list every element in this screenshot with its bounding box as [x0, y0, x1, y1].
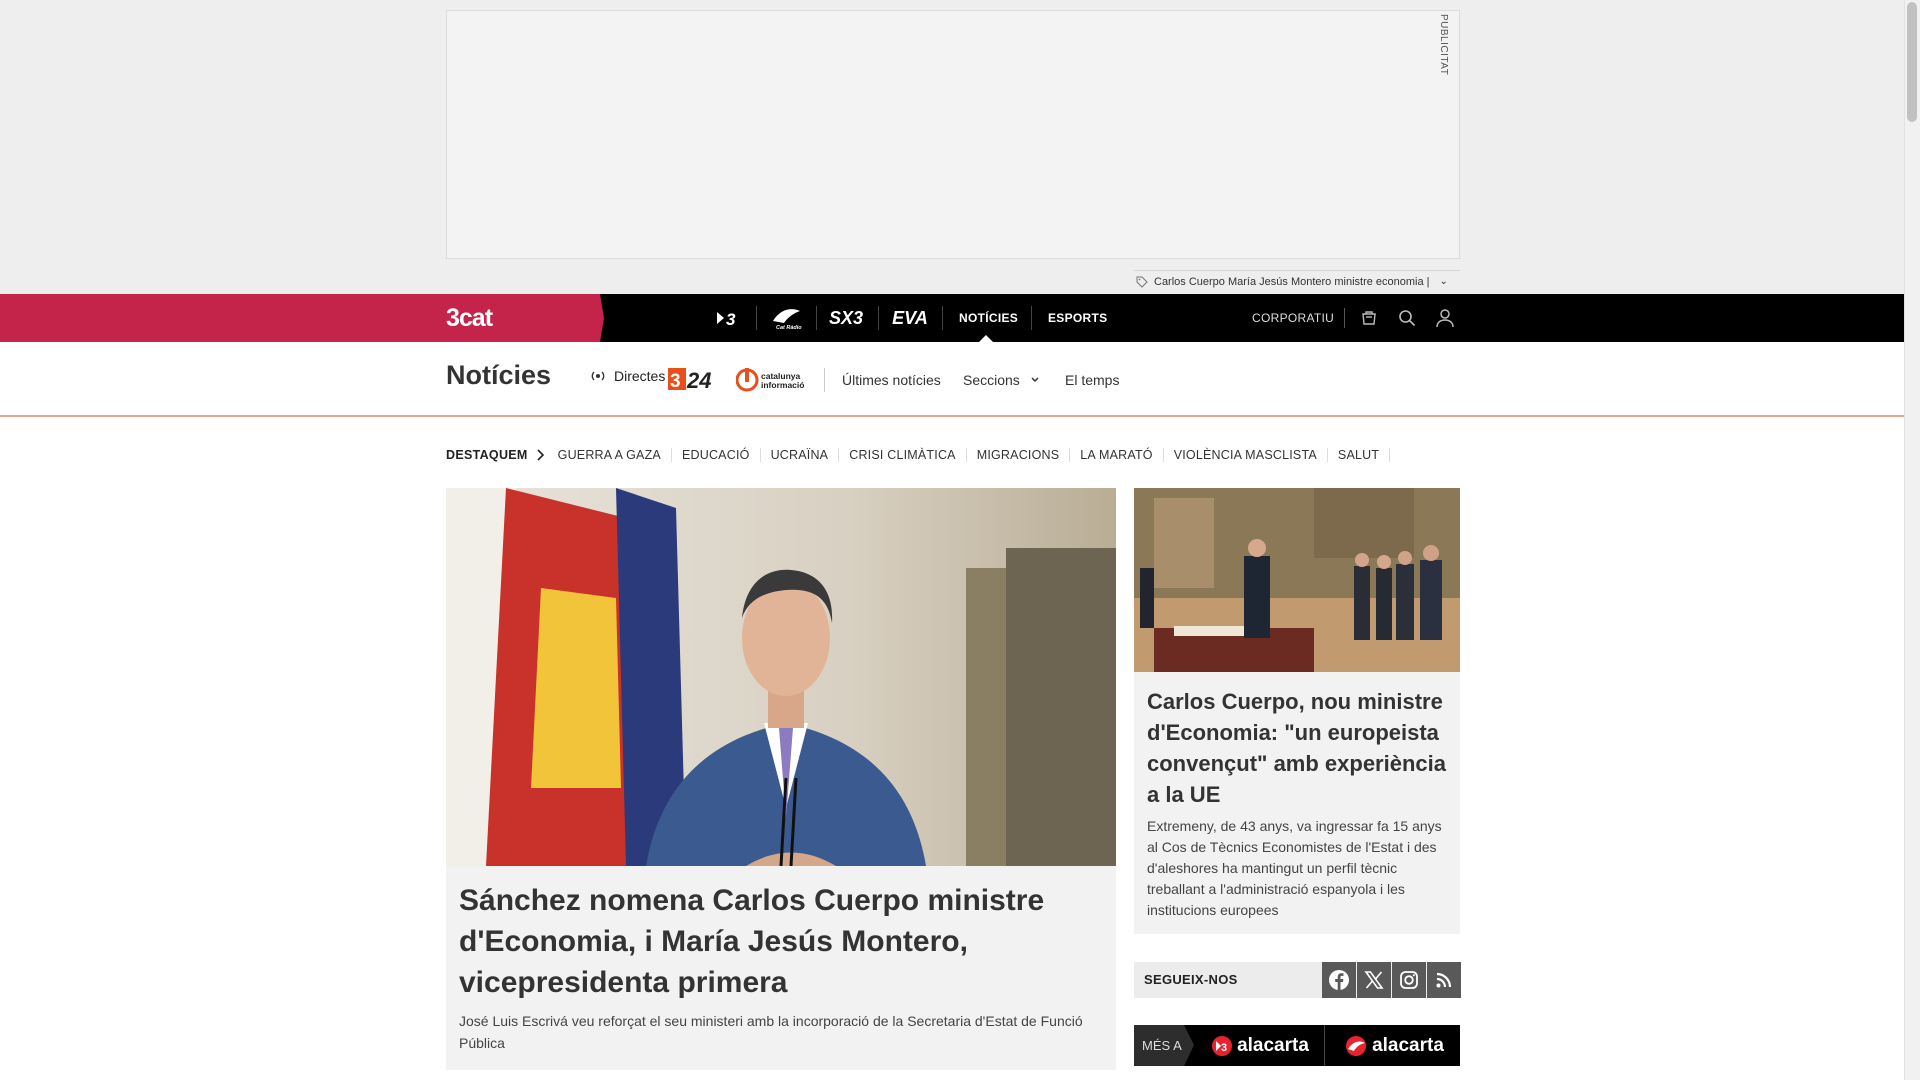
separator — [756, 306, 757, 330]
svg-text:24: 24 — [686, 368, 711, 392]
nav-esports[interactable]: ESPORTS — [1048, 294, 1107, 342]
destaquem-link[interactable]: DESTAQUEM — [446, 448, 544, 462]
facebook-icon[interactable] — [1322, 962, 1356, 998]
tag-icon — [1136, 276, 1148, 288]
directes-link[interactable]: Directes — [590, 368, 665, 384]
channel-eva-logo[interactable]: EVA — [888, 304, 932, 332]
instagram-icon[interactable] — [1392, 962, 1426, 998]
separator — [1031, 306, 1032, 330]
svg-text:3: 3 — [670, 371, 681, 392]
svg-text:3: 3 — [1221, 1042, 1227, 1054]
alacarta-label: alacarta — [1237, 1034, 1309, 1056]
topic-educacio[interactable]: EDUCACIÓ — [672, 448, 761, 462]
channel-catradio-logo[interactable]: Cat Ràdio — [768, 304, 804, 332]
ad-banner[interactable] — [446, 10, 1460, 259]
follow-label: SEGUEIX-NOS — [1144, 972, 1238, 987]
separator — [1324, 1025, 1325, 1066]
section-divider — [0, 415, 1904, 417]
breaking-news-text: Carlos Cuerpo María Jesús Montero minist… — [1154, 275, 1430, 288]
topic-violencia-masclista[interactable]: VIOLÈNCIA MASCLISTA — [1164, 448, 1328, 462]
topic-ucraina[interactable]: UCRAÏNA — [761, 448, 840, 462]
channel-sx3-logo[interactable]: SX3 — [826, 304, 866, 332]
channel-tv3-logo[interactable]: 3 — [712, 304, 746, 332]
side-article-summary: Extremeny, de 43 anys, va ingressar fa 1… — [1147, 818, 1442, 918]
x-icon[interactable] — [1357, 962, 1391, 998]
nav-seccions-label: Seccions — [963, 372, 1020, 388]
side-article-headline[interactable]: Carlos Cuerpo, nou ministre d'Economia: … — [1147, 686, 1447, 810]
destaquem-label: DESTAQUEM — [446, 448, 528, 462]
nav-el-temps[interactable]: El temps — [1065, 372, 1119, 388]
topic-salut[interactable]: SALUT — [1328, 448, 1391, 462]
main-article-image[interactable] — [446, 488, 1116, 866]
breaking-news-ticker[interactable]: Carlos Cuerpo María Jesús Montero minist… — [1134, 270, 1460, 292]
tv3-icon: 3 — [1212, 1035, 1233, 1056]
channel-324-logo[interactable]: 3 24 — [668, 366, 722, 392]
topics-bar: DESTAQUEM GUERRA A GAZA EDUCACIÓ UCRAÏNA… — [446, 446, 1391, 464]
topic-migracions[interactable]: MIGRACIONS — [967, 448, 1071, 462]
logo-3cat[interactable]: 3cat — [446, 304, 520, 332]
svg-text:3: 3 — [726, 310, 736, 328]
rss-icon[interactable] — [1427, 962, 1461, 998]
topic-guerra-a-gaza[interactable]: GUERRA A GAZA — [558, 448, 672, 462]
separator — [824, 368, 825, 392]
catradio-icon: Cat Ràdio — [773, 309, 802, 331]
topic-crisi-climatica[interactable]: CRISI CLIMÀTICA — [839, 448, 967, 462]
chevron-down-icon[interactable]: ⌄ — [1440, 276, 1448, 287]
scrollbar[interactable] — [1904, 0, 1920, 1080]
user-icon[interactable] — [1433, 306, 1457, 330]
nav-ultimes-noticies[interactable]: Últimes notícies — [842, 372, 941, 388]
shop-icon[interactable] — [1357, 306, 1381, 330]
chevron-right-icon — [537, 449, 544, 461]
active-indicator — [979, 335, 993, 342]
side-article-image[interactable] — [1134, 488, 1460, 672]
svg-text:informació: informació — [761, 380, 804, 390]
directes-label: Directes — [614, 368, 666, 384]
section-title[interactable]: Notícies — [446, 360, 551, 391]
live-broadcast-icon — [591, 371, 605, 381]
separator — [816, 306, 817, 330]
separator — [878, 306, 879, 330]
scrollbar-thumb[interactable] — [1907, 2, 1917, 122]
separator — [1344, 308, 1345, 328]
nav-seccions[interactable]: Seccions — [963, 372, 1040, 388]
separator — [942, 306, 943, 330]
main-article-headline[interactable]: Sánchez nomena Carlos Cuerpo ministre d'… — [459, 880, 1099, 1003]
tv3-icon: 3 — [717, 310, 736, 328]
chevron-down-icon — [1031, 377, 1039, 383]
catradio-icon — [1346, 1035, 1367, 1056]
main-article-summary: José Luis Escrivá veu reforçat el seu mi… — [459, 1013, 1083, 1051]
tv3-alacarta-link[interactable]: 3 alacarta — [1200, 1025, 1320, 1066]
catalunya-informacio-logo[interactable]: catalunya informació — [736, 368, 808, 392]
svg-text:Cat Ràdio: Cat Ràdio — [776, 325, 802, 331]
nav-corporatiu[interactable]: CORPORATIU — [1252, 294, 1334, 342]
search-icon[interactable] — [1395, 306, 1419, 330]
mes-a-label: MÉS A — [1142, 1038, 1182, 1053]
ad-label: PUBLICITAT — [1438, 14, 1449, 76]
alacarta-label: alacarta — [1372, 1034, 1444, 1056]
catradio-alacarta-link[interactable]: alacarta — [1334, 1025, 1454, 1066]
topic-la-marato[interactable]: LA MARATÓ — [1070, 448, 1164, 462]
